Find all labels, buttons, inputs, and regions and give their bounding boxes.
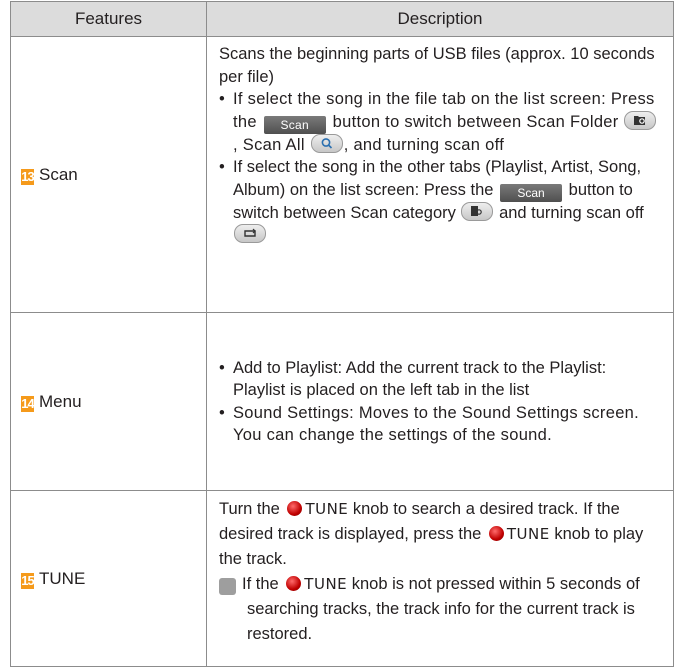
scan-folder-icon (624, 110, 657, 130)
features-header: Features (10, 1, 207, 37)
info-note: i If the TUNE knob is not pressed within … (211, 575, 640, 643)
tune-knob-icon (488, 526, 504, 541)
feature-label: TUNE (39, 568, 86, 588)
description-cell: Turn the TUNE knob to search a desired t… (206, 490, 674, 667)
table-row-menu: 14Menu Add to Playlist: Add the current … (10, 312, 674, 491)
description-header: Description (206, 1, 674, 37)
list-item: Sound Settings: Moves to the Sound Setti… (219, 402, 661, 447)
tune-knob-icon (287, 501, 303, 516)
scan-category-icon (461, 201, 494, 221)
scan-button-icon: Scan (500, 183, 563, 202)
info-icon: i (212, 578, 236, 595)
feature-cell: 15 TUNE (10, 490, 207, 667)
list-item: If select the song in the other tabs (Pl… (219, 156, 661, 247)
features-table: Features Description 13 Scan Scans the be… (10, 1, 674, 667)
list-item: If select the song in the file tab on th… (219, 88, 661, 156)
scan-all-icon (310, 133, 343, 153)
list-item: Add to Playlist: Add the current track t… (219, 357, 661, 402)
table-row-scan: 13 Scan Scans the beginning parts of USB … (10, 36, 674, 313)
number-badge: 15 (21, 572, 35, 589)
scan-button-icon: Scan (263, 115, 326, 134)
header-row: Features Description (10, 1, 674, 37)
feature-cell: 14 Menu (10, 312, 207, 491)
feature-label: Menu (39, 391, 82, 411)
description-cell: Scans the beginning parts of USB files (… (206, 36, 674, 313)
description-cell: Add to Playlist: Add the current track t… (206, 312, 674, 491)
scan-off-icon (234, 224, 266, 243)
number-badge: 14 (21, 395, 35, 412)
scan-intro: Scans the beginning parts of USB files (… (219, 45, 655, 86)
table-row-tune: 15 TUNE Turn the TUNE knob to search a de… (10, 490, 674, 667)
tune-description: Turn the TUNE knob to search a desired t… (219, 500, 644, 568)
tune-knob-icon (286, 576, 302, 591)
number-badge: 13 (21, 168, 35, 185)
feature-cell: 13 Scan (10, 36, 207, 313)
feature-label: Scan (39, 164, 78, 184)
